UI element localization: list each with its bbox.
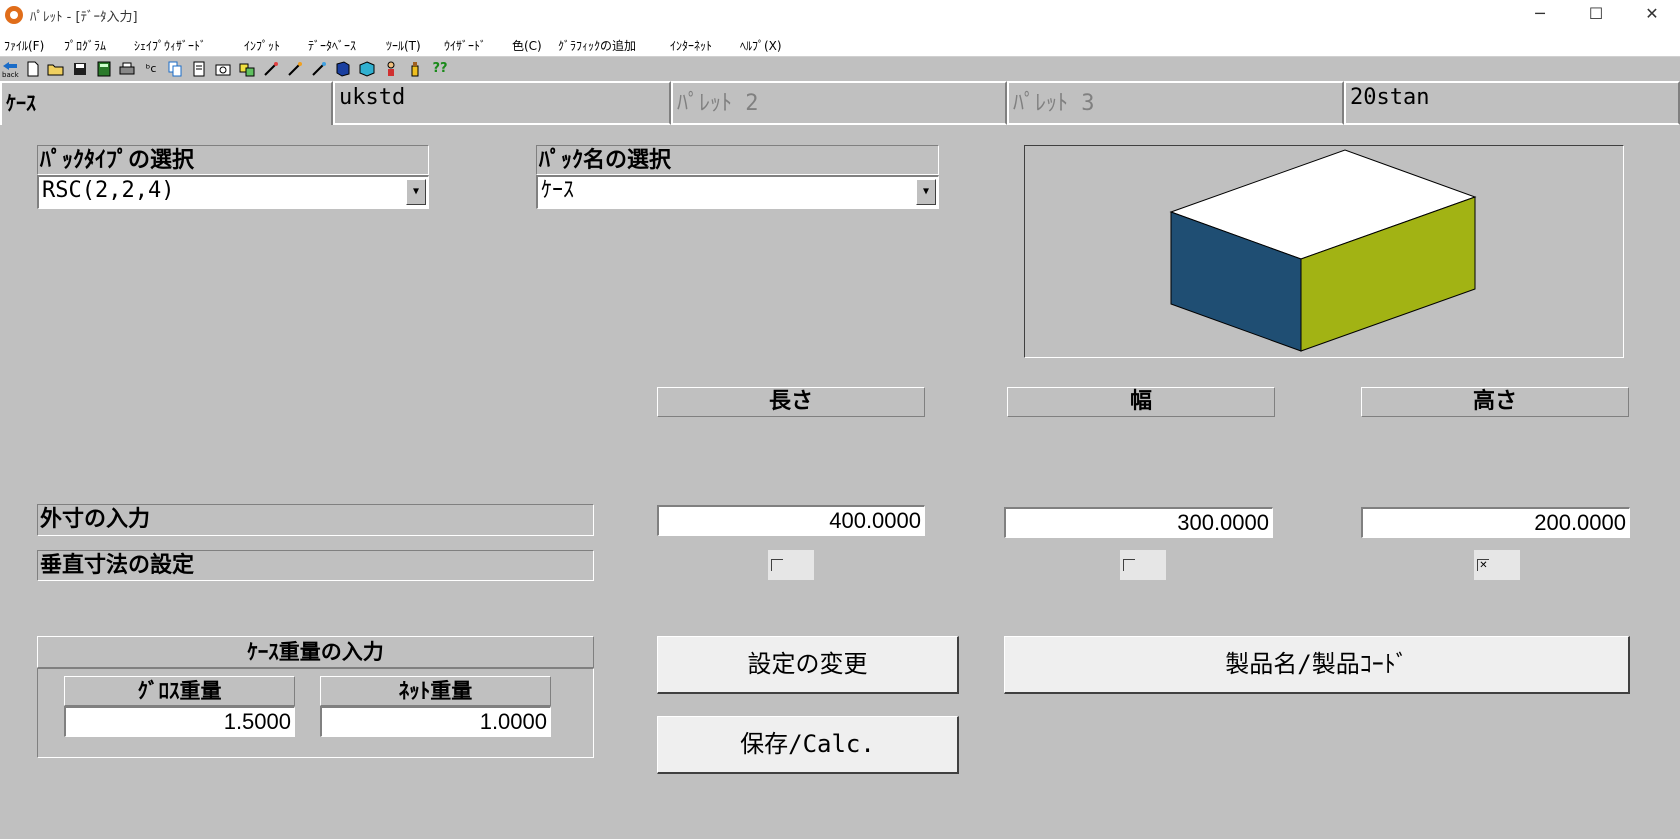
shapes-icon[interactable] <box>238 60 256 78</box>
menu-wizard[interactable]: ｳｲｻﾞｰﾄﾞ <box>444 37 486 54</box>
tab-pallet-2[interactable]: ﾊﾟﾚｯﾄ 2 <box>671 81 1007 125</box>
save-calc-button[interactable]: 保存/Calc. <box>657 716 959 774</box>
header-height: 高さ <box>1361 387 1629 417</box>
menu-program[interactable]: ﾌﾟﾛｸﾞﾗﾑ <box>64 37 106 54</box>
menu-tools[interactable]: ﾂｰﾙ(T) <box>386 37 421 54</box>
vertical-width-checkbox-wrap[interactable] <box>1120 550 1166 580</box>
tab-20stan[interactable]: 20stan <box>1344 81 1680 125</box>
pack-name-label: ﾊﾟｯｸ名の選択 <box>536 145 939 175</box>
vertical-height-checkbox[interactable]: ✕ <box>1477 559 1489 571</box>
toolbar: back ᵇc ?? <box>0 57 1680 81</box>
pack-type-select[interactable]: RSC(2,2,4) ▼ <box>37 175 429 209</box>
pack-name-value: ｹｰｽ <box>541 178 575 203</box>
vertical-setting-label: 垂直寸法の設定 <box>37 550 594 581</box>
book-icon[interactable] <box>334 60 352 78</box>
menu-color[interactable]: 色(C) <box>512 37 542 54</box>
tab-ukstd[interactable]: ukstd <box>333 81 671 125</box>
minimize-button[interactable]: ─ <box>1512 0 1568 30</box>
menu-input[interactable]: ｲﾝﾌﾟｯﾄ <box>244 37 280 54</box>
tab-pallet-3[interactable]: ﾊﾟﾚｯﾄ 3 <box>1007 81 1344 125</box>
back-label: back <box>2 71 19 78</box>
net-weight-label: ﾈｯﾄ重量 <box>320 676 551 706</box>
header-length: 長さ <box>657 387 925 417</box>
menu-database[interactable]: ﾃﾞｰﾀﾍﾞｰｽ <box>308 37 356 54</box>
camera-icon[interactable] <box>214 60 232 78</box>
app-icon <box>5 6 23 24</box>
calculator-icon[interactable] <box>95 60 113 78</box>
height-input[interactable]: 200.0000 <box>1361 507 1630 538</box>
wand3-icon[interactable] <box>310 60 328 78</box>
copy-icon[interactable] <box>166 60 184 78</box>
pack-type-value: RSC(2,2,4) <box>42 178 175 203</box>
vertical-length-checkbox-wrap[interactable] <box>768 550 814 580</box>
save-icon[interactable] <box>71 60 89 78</box>
width-input[interactable]: 300.0000 <box>1004 507 1273 538</box>
pack-name-select[interactable]: ｹｰｽ ▼ <box>536 175 939 209</box>
document-icon[interactable] <box>190 60 208 78</box>
gross-weight-input[interactable]: 1.5000 <box>64 706 295 737</box>
product-code-button[interactable]: 製品名/製品ｺｰﾄﾞ <box>1004 636 1630 694</box>
chevron-down-icon[interactable]: ▼ <box>406 179 426 205</box>
close-button[interactable]: ✕ <box>1624 0 1680 30</box>
box-3d-illustration <box>1169 149 1477 352</box>
title-bar: ﾊﾟﾚｯﾄ - [ﾃﾞｰﾀ入力] ─ ☐ ✕ <box>0 0 1680 30</box>
cube-icon[interactable] <box>358 60 376 78</box>
back-icon[interactable]: back <box>1 60 20 79</box>
pack-type-label: ﾊﾟｯｸﾀｲﾌﾟの選択 <box>37 145 429 175</box>
bottle-icon[interactable] <box>406 60 424 78</box>
vertical-length-checkbox[interactable] <box>771 559 783 571</box>
window-title: ﾊﾟﾚｯﾄ - [ﾃﾞｰﾀ入力] <box>30 10 138 25</box>
open-folder-icon[interactable] <box>47 60 65 78</box>
change-settings-button[interactable]: 設定の変更 <box>657 636 959 694</box>
wand-icon[interactable] <box>262 60 280 78</box>
net-weight-input[interactable]: 1.0000 <box>320 706 551 737</box>
menu-help[interactable]: ﾍﾙﾌﾟ(X) <box>740 37 782 54</box>
header-width: 幅 <box>1007 387 1275 417</box>
person-icon[interactable] <box>382 60 400 78</box>
length-input[interactable]: 400.0000 <box>657 505 925 536</box>
outer-dimension-label: 外寸の入力 <box>37 504 594 536</box>
chevron-down-icon[interactable]: ▼ <box>916 179 936 205</box>
tab-case[interactable]: ｹｰｽ <box>0 81 333 125</box>
menu-bar: ﾌｧｲﾙ(F) ﾌﾟﾛｸﾞﾗﾑ ｼｪｲﾌﾟｳｨｻﾞｰﾄﾞ ｲﾝﾌﾟｯﾄ ﾃﾞｰﾀ… <box>0 30 1680 57</box>
wand2-icon[interactable] <box>286 60 304 78</box>
new-file-icon[interactable] <box>24 60 42 78</box>
gross-weight-label: ｸﾞﾛｽ重量 <box>64 676 295 706</box>
box-preview <box>1024 145 1624 358</box>
abc-icon[interactable]: ᵇc <box>142 60 160 78</box>
help-icon[interactable]: ?? <box>428 60 452 78</box>
print-icon[interactable] <box>118 60 136 78</box>
menu-file[interactable]: ﾌｧｲﾙ(F) <box>4 37 44 54</box>
menu-internet[interactable]: ｲﾝﾀｰﾈｯﾄ <box>670 37 712 54</box>
maximize-button[interactable]: ☐ <box>1568 0 1624 30</box>
vertical-width-checkbox[interactable] <box>1123 559 1135 571</box>
menu-add-graphic[interactable]: ｸﾞﾗﾌｨｯｸの追加 <box>558 37 636 54</box>
vertical-height-checkbox-wrap[interactable]: ✕ <box>1474 550 1520 580</box>
menu-shape-wizard[interactable]: ｼｪｲﾌﾟｳｨｻﾞｰﾄﾞ <box>134 37 206 54</box>
tab-strip: ｹｰｽ ukstd ﾊﾟﾚｯﾄ 2 ﾊﾟﾚｯﾄ 3 20stan <box>0 81 1680 125</box>
case-weight-title: ｹｰｽ重量の入力 <box>37 636 594 668</box>
